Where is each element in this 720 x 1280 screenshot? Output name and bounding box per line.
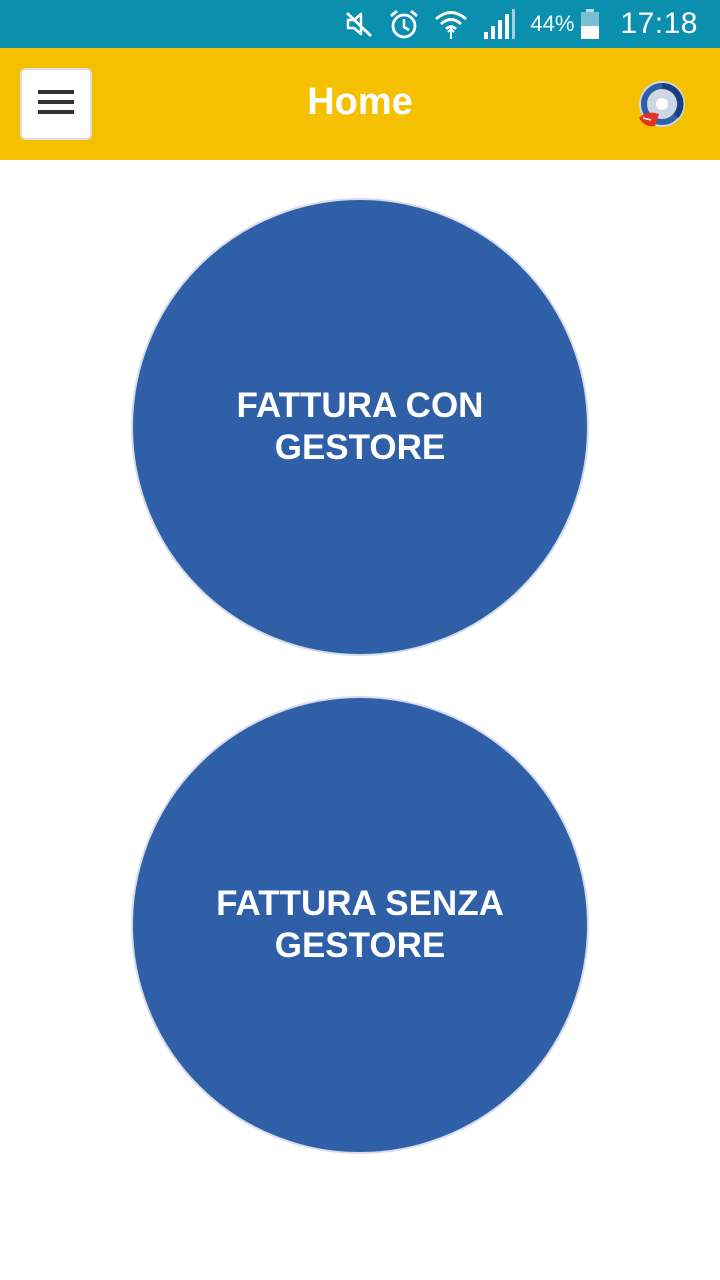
status-bar: 44% 17:18	[0, 0, 720, 48]
mute-icon	[344, 9, 374, 39]
fattura-senza-gestore-label: FATTURA SENZA GESTORE	[216, 884, 504, 965]
app-bar: Home	[0, 48, 720, 160]
wifi-icon	[434, 8, 468, 40]
battery-icon	[580, 8, 600, 40]
battery-percentage: 44%	[530, 11, 575, 36]
alarm-icon	[388, 8, 420, 40]
fattura-con-gestore-label: FATTURA CON GESTORE	[236, 386, 484, 467]
page-title: Home	[307, 81, 413, 123]
app-logo-icon[interactable]	[634, 78, 690, 134]
signal-icon	[482, 8, 516, 40]
fattura-con-gestore-button[interactable]: FATTURA CON GESTORE	[131, 198, 589, 656]
clock: 17:18	[620, 7, 698, 40]
fattura-senza-gestore-button[interactable]: FATTURA SENZA GESTORE	[131, 696, 589, 1154]
